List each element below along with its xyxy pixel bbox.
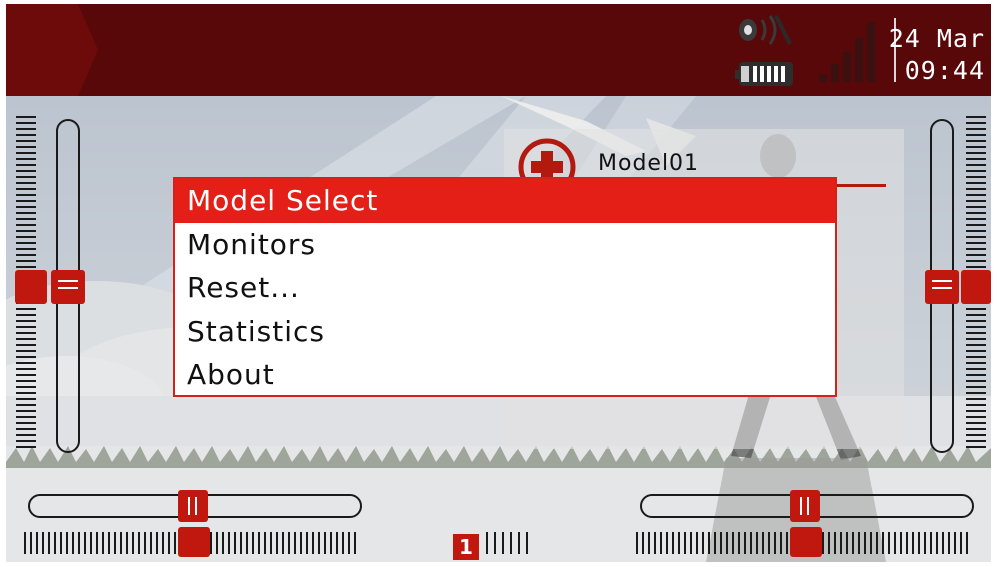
right-horizontal-trim-handle[interactable] (790, 490, 820, 522)
left-horizontal-trim-indicator (178, 527, 210, 557)
radio-menu-tab[interactable] (6, 4, 98, 96)
rssi-signal-icon (819, 22, 875, 82)
left-horizontal-trim-handle[interactable] (178, 490, 208, 522)
radio-screen: 24 Mar 09:44 Model01 1 Model Select Moni… (6, 4, 991, 562)
flight-mode-scale (486, 532, 530, 554)
left-vertical-trim-indicator (15, 270, 47, 304)
time-label: 09:44 (904, 56, 985, 85)
right-horizontal-trim-indicator (790, 527, 822, 557)
left-vertical-trim-handle[interactable] (51, 270, 85, 304)
battery-icon (735, 62, 793, 86)
menu-item-model-select[interactable]: Model Select (175, 179, 835, 223)
speaker-icon (739, 15, 792, 45)
date-label: 24 Mar (888, 24, 985, 53)
right-vertical-trim-indicator (961, 270, 991, 304)
right-vertical-trim-handle[interactable] (925, 270, 959, 304)
menu-item-about[interactable]: About (175, 353, 835, 397)
menu-item-reset[interactable]: Reset... (175, 266, 835, 310)
menu-item-monitors[interactable]: Monitors (175, 223, 835, 267)
top-status-bar: 24 Mar 09:44 (6, 4, 991, 96)
menu-item-statistics[interactable]: Statistics (175, 310, 835, 354)
model-name: Model01 (598, 151, 700, 176)
flight-mode-badge: 1 (453, 534, 479, 560)
popup-menu: Model Select Monitors Reset... Statistic… (173, 177, 837, 397)
